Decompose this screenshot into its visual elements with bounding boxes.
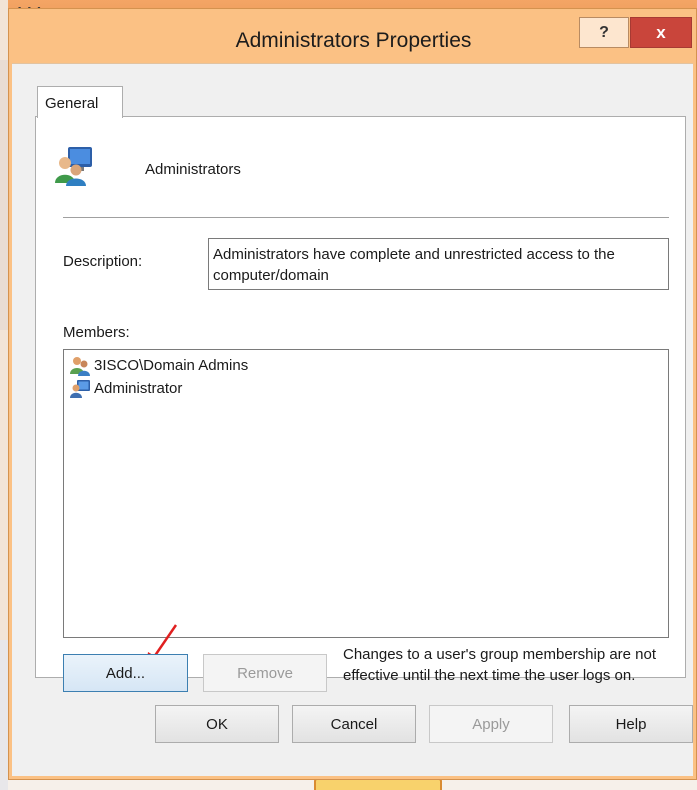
group-icon bbox=[70, 356, 90, 376]
help-button[interactable]: Help bbox=[569, 705, 693, 743]
description-field[interactable]: Administrators have complete and unrestr… bbox=[208, 238, 669, 290]
close-icon: x bbox=[656, 22, 666, 42]
members-label: Members: bbox=[63, 324, 130, 341]
members-list[interactable]: 3ISCO\Domain Admins Administrator bbox=[63, 349, 669, 638]
list-item[interactable]: Administrator bbox=[70, 377, 182, 399]
apply-button[interactable]: Apply bbox=[429, 705, 553, 743]
remove-button[interactable]: Remove bbox=[203, 654, 327, 692]
dialog-client-area: General Administrators Description: Admi… bbox=[12, 63, 693, 776]
list-item[interactable]: 3ISCO\Domain Admins bbox=[70, 354, 248, 376]
add-button[interactable]: Add... bbox=[63, 654, 188, 692]
question-icon: ? bbox=[599, 23, 609, 41]
tab-general[interactable]: General bbox=[37, 86, 123, 118]
membership-notice: Changes to a user's group membership are… bbox=[343, 646, 657, 684]
ok-button[interactable]: OK bbox=[155, 705, 279, 743]
properties-dialog: Administrators Properties ? x General Ad… bbox=[8, 8, 697, 780]
member-name: 3ISCO\Domain Admins bbox=[94, 356, 249, 374]
user-icon bbox=[70, 379, 90, 398]
users-icon bbox=[55, 147, 92, 186]
description-label: Description: bbox=[63, 253, 143, 270]
divider bbox=[63, 217, 669, 219]
close-button[interactable]: x bbox=[630, 17, 692, 48]
background-edge bbox=[0, 0, 8, 790]
member-name: Administrator bbox=[94, 379, 183, 397]
group-name: Administrators bbox=[145, 161, 241, 178]
general-tab-panel: Administrators Description: Administrato… bbox=[35, 116, 686, 692]
help-title-button[interactable]: ? bbox=[579, 17, 629, 48]
cancel-button[interactable]: Cancel bbox=[292, 705, 416, 743]
